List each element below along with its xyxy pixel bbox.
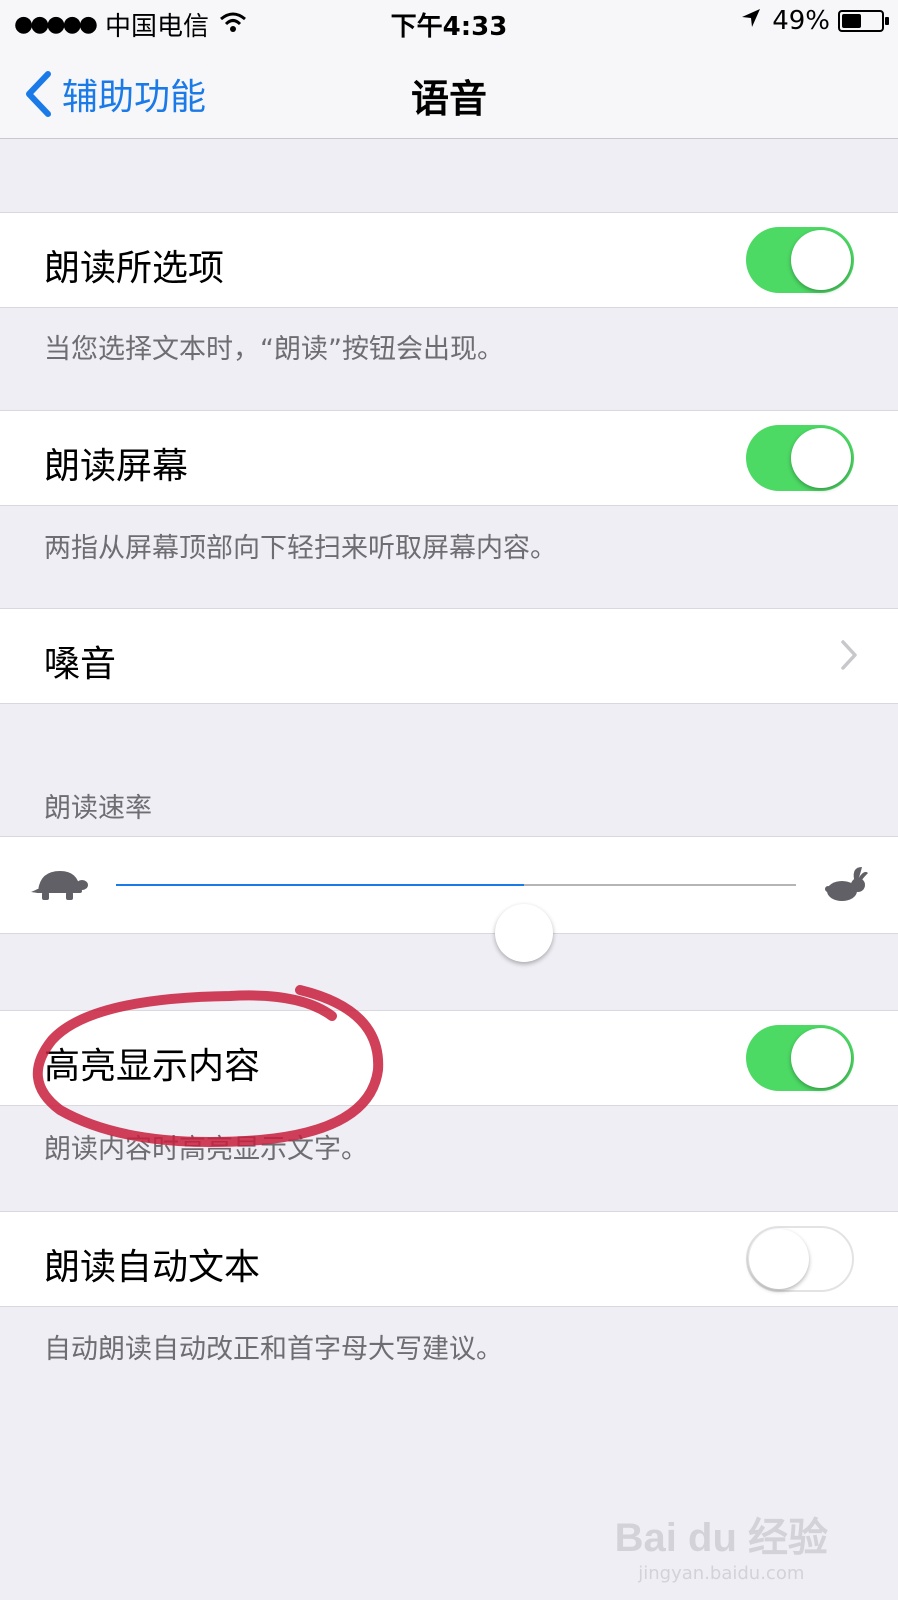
watermark: Bai du 经验 jingyan.baidu.com xyxy=(615,1505,828,1584)
toggle-knob xyxy=(791,428,851,488)
toggle-knob xyxy=(791,230,851,290)
navigation-bar: 辅助功能 语音 xyxy=(0,48,898,139)
speak-screen-row: 朗读屏幕 xyxy=(0,410,898,506)
slider-fill xyxy=(116,884,524,886)
speak-auto-text-toggle[interactable] xyxy=(746,1226,854,1292)
turtle-icon xyxy=(30,867,88,905)
status-bar: ●●●●● 中国电信 下午4:33 49% xyxy=(0,0,898,48)
speak-selection-footer: 当您选择文本时，“朗读”按钮会出现。 xyxy=(44,334,504,365)
voices-label: 嗓音 xyxy=(44,644,117,685)
highlight-content-row: 高亮显示内容 xyxy=(0,1010,898,1106)
watermark-site: jingyan.baidu.com xyxy=(638,1563,805,1584)
slider-thumb[interactable] xyxy=(495,904,553,962)
speaking-rate-header: 朗读速率 xyxy=(44,793,152,824)
battery-percent: 49% xyxy=(772,6,830,36)
speak-selection-label: 朗读所选项 xyxy=(44,248,225,289)
speak-selection-toggle[interactable] xyxy=(746,227,854,293)
speak-auto-text-footer: 自动朗读自动改正和首字母大写建议。 xyxy=(44,1334,503,1365)
speak-screen-footer: 两指从屏幕顶部向下轻扫来听取屏幕内容。 xyxy=(44,533,557,564)
battery-level xyxy=(842,14,861,28)
voices-row[interactable]: 嗓音 xyxy=(0,608,898,704)
speak-auto-text-row: 朗读自动文本 xyxy=(0,1211,898,1307)
watermark-logo: Bai du 经验 xyxy=(614,1516,828,1560)
speaking-rate-row xyxy=(0,836,898,962)
speaking-rate-slider[interactable] xyxy=(116,884,796,962)
speak-screen-label: 朗读屏幕 xyxy=(44,446,189,487)
page-title: 语音 xyxy=(410,77,487,121)
speak-auto-text-label: 朗读自动文本 xyxy=(44,1247,261,1288)
highlight-content-label: 高亮显示内容 xyxy=(44,1046,261,1087)
toggle-knob xyxy=(791,1028,851,1088)
rabbit-icon xyxy=(824,865,868,909)
speak-screen-toggle[interactable] xyxy=(746,425,854,491)
battery-icon xyxy=(838,10,889,32)
status-right: 49% xyxy=(740,6,889,36)
toggle-knob xyxy=(749,1229,809,1289)
location-icon xyxy=(740,6,762,36)
battery-tip xyxy=(885,17,889,25)
speak-selection-row: 朗读所选项 xyxy=(0,212,898,308)
highlight-content-footer: 朗读内容时高亮显示文字。 xyxy=(44,1134,368,1165)
highlight-content-toggle[interactable] xyxy=(746,1025,854,1091)
chevron-right-icon xyxy=(841,640,857,670)
